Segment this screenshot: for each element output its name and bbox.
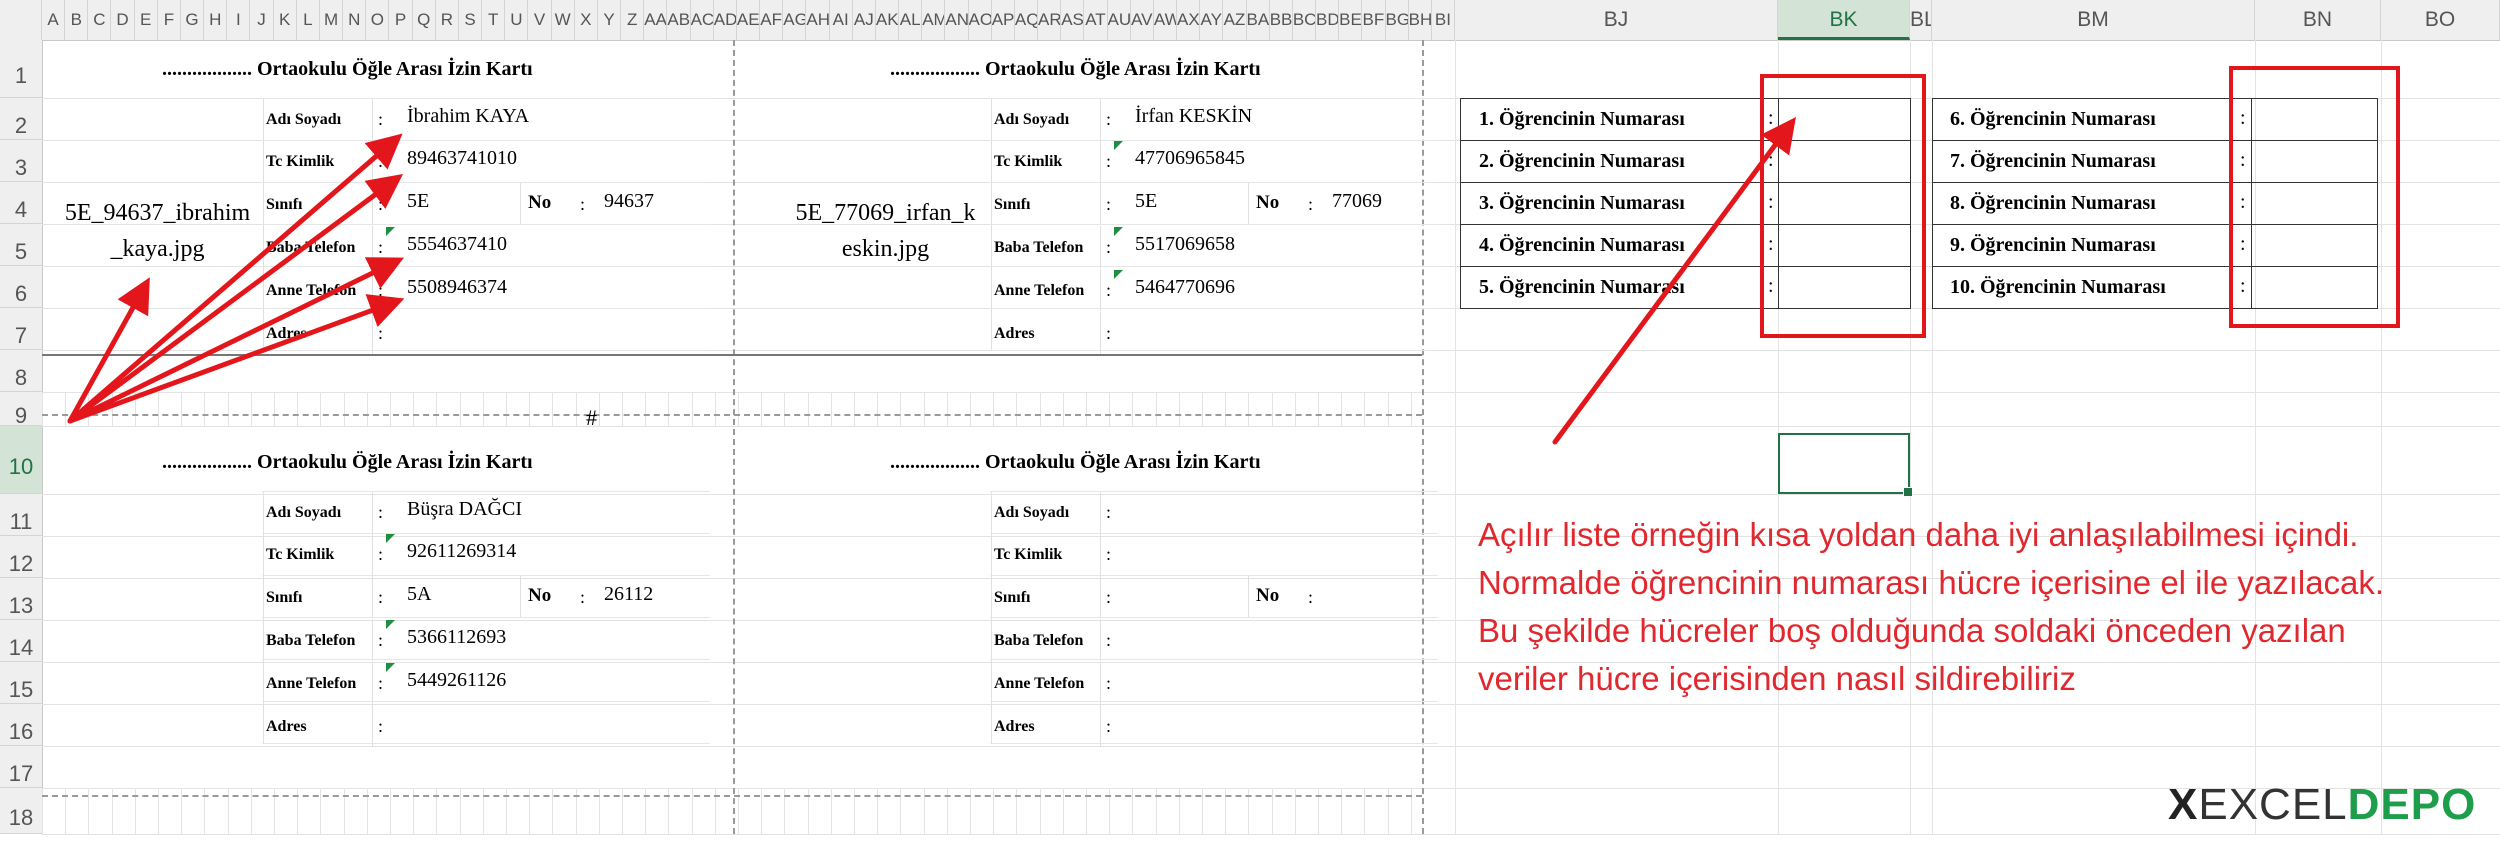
note-line-1: Açılır liste örneğin kısa yoldan daha iy… <box>1478 516 2359 553</box>
note-line-4: veriler hücre içerisinden nasıl sildireb… <box>1478 660 2076 697</box>
row-gridline <box>42 834 2500 835</box>
arrow-to-name <box>67 133 403 424</box>
annotation-arrows <box>67 116 1796 445</box>
arrow-to-tc <box>67 174 404 424</box>
logo-x: X <box>2168 780 2199 829</box>
arrow-to-number-cells <box>1552 116 1796 445</box>
note-line-3: Bu şekilde hücreler boş olduğunda soldak… <box>1478 612 2346 649</box>
note-line-2: Normalde öğrencinin numarası hücre içeri… <box>1478 564 2385 601</box>
arrow-to-father <box>67 257 404 424</box>
logo-depo: DEPO <box>2347 780 2477 829</box>
arrow-to-mother <box>67 294 405 424</box>
logo-excel: EXCEL <box>2198 780 2348 829</box>
excel-depo-logo: XEXCELDEPO <box>2168 780 2476 830</box>
